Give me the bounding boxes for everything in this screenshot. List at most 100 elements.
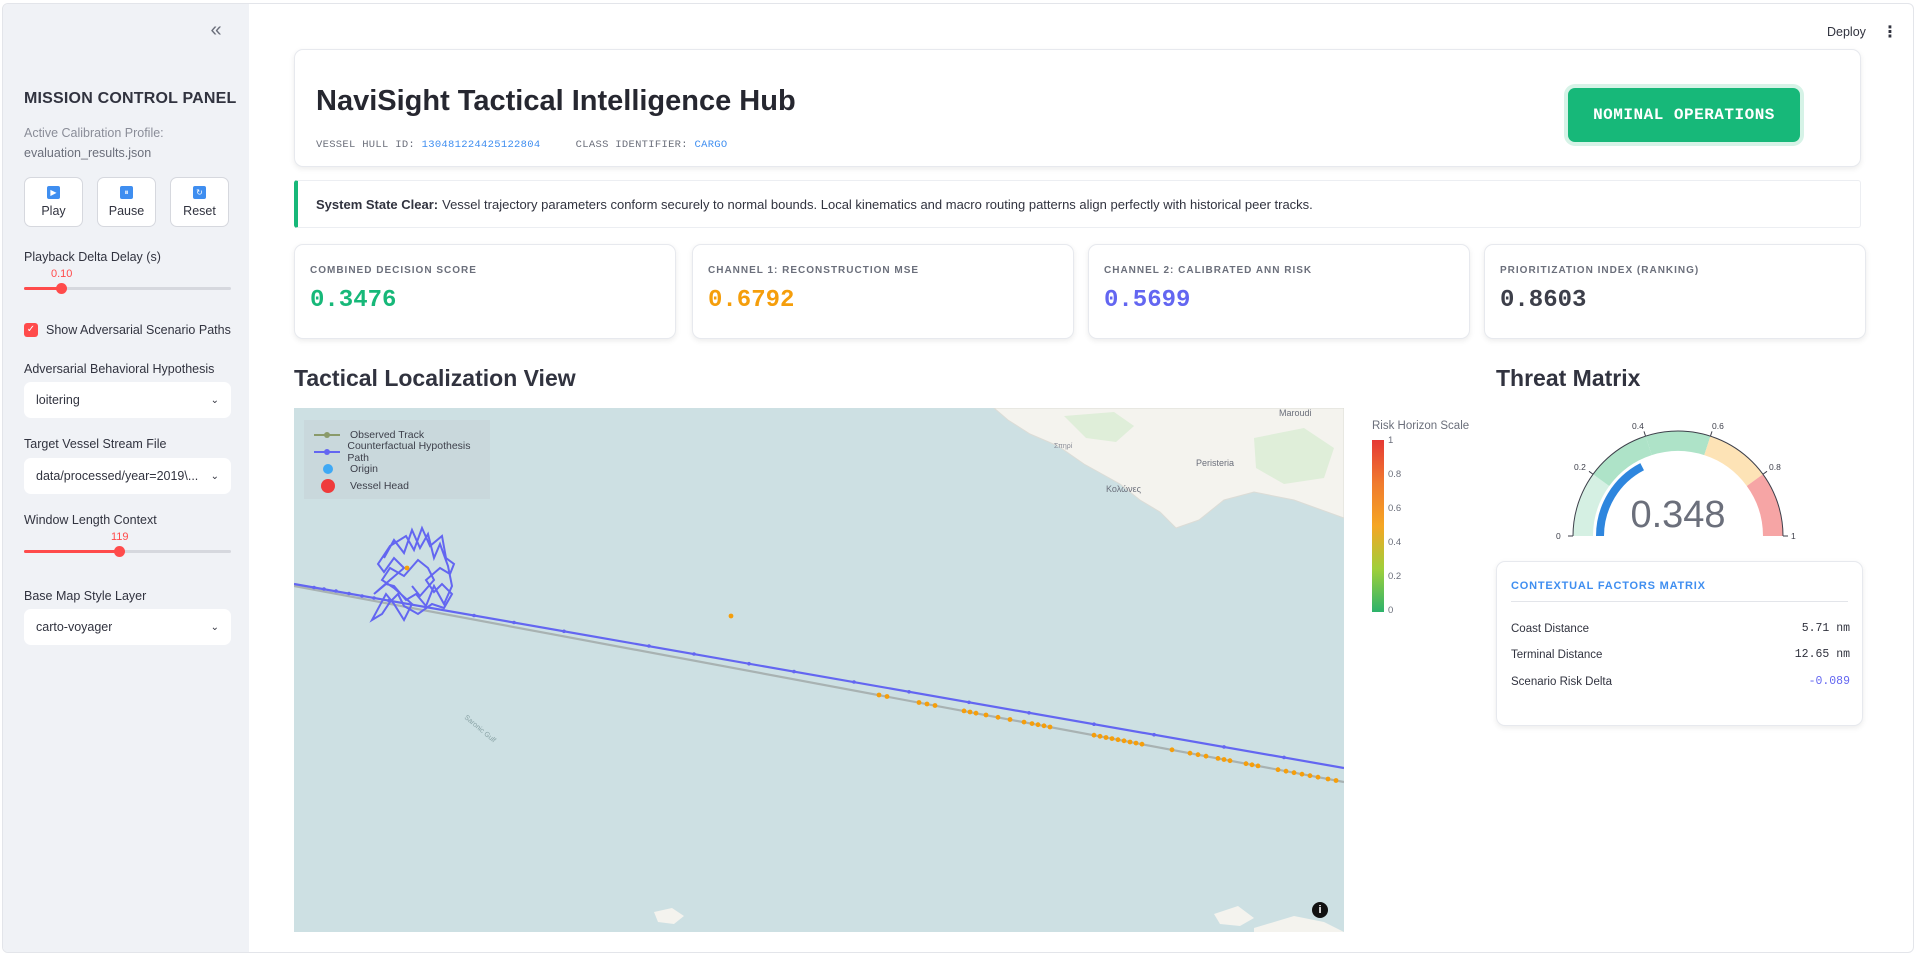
main-menu-icon[interactable]: ⋮ — [1882, 22, 1898, 42]
class-id-label: CLASS IDENTIFIER: — [575, 139, 688, 151]
legend-label: Origin — [350, 462, 379, 475]
colorbar-tick: 0.8 — [1388, 469, 1402, 480]
vessel-head-swatch — [314, 478, 340, 493]
metric-value: 0.5699 — [1104, 287, 1191, 314]
legend-item-vessel-head[interactable]: Vessel Head — [314, 477, 480, 494]
hull-id-label: VESSEL HULL ID: — [316, 139, 416, 151]
observed-track-swatch — [314, 429, 340, 441]
hypothesis-label: Adversarial Behavioral Hypothesis — [24, 362, 215, 376]
context-key: Terminal Distance — [1511, 648, 1603, 661]
context-row-terminal-distance: Terminal Distance 12.65 nm — [1511, 648, 1850, 661]
map-attribution-info-icon[interactable]: i — [1312, 902, 1328, 918]
map-style-value: carto-voyager — [36, 620, 113, 634]
chevron-down-icon: ⌄ — [210, 470, 219, 482]
observed-track-line — [294, 584, 1344, 784]
place-label-maroudi: Maroudi — [1279, 408, 1312, 418]
colorbar-tick: 0.2 — [1388, 571, 1402, 582]
place-label-saronic-gulf: Saronic Gulf — [463, 714, 497, 744]
colorbar-tick: 0 — [1388, 605, 1394, 616]
colorbar-tick: 1 — [1388, 435, 1394, 446]
play-label: Play — [41, 204, 66, 218]
profile-value: evaluation_results.json — [24, 146, 152, 160]
counterfactual-path-line — [294, 582, 1344, 770]
gauge-tick-label: 0 — [1556, 531, 1561, 541]
stream-file-select[interactable]: data/processed/year=2019\... ⌄ — [24, 458, 231, 494]
threat-section-title: Threat Matrix — [1496, 365, 1641, 391]
gauge-tick-label: 0.2 — [1574, 462, 1586, 472]
sidebar-title: MISSION CONTROL PANEL — [24, 90, 237, 107]
gauge-band-mid — [1645, 430, 1711, 456]
profile-label: Active Calibration Profile: — [24, 126, 164, 140]
gauge-tick-label: 1 — [1791, 531, 1796, 541]
playback-delay-label: Playback Delta Delay (s) — [24, 250, 161, 264]
context-value: -0.089 — [1808, 675, 1850, 688]
window-length-value: 119 — [111, 531, 129, 543]
window-length-label: Window Length Context — [24, 513, 157, 527]
chevron-down-icon: ⌄ — [210, 621, 219, 633]
reset-label: Reset — [183, 204, 216, 218]
map-style-label: Base Map Style Layer — [24, 589, 147, 603]
reset-icon: ↻ — [193, 186, 206, 199]
map-section-title: Tactical Localization View — [294, 365, 576, 391]
colorbar-tick: 0.6 — [1388, 503, 1402, 514]
pause-label: Pause — [108, 204, 145, 218]
sidebar: « MISSION CONTROL PANEL Active Calibrati… — [3, 4, 249, 952]
landmass-islet-south-c — [1254, 916, 1344, 932]
place-label-kolones: Κολώνες — [1106, 484, 1142, 494]
window-length-fill — [24, 550, 119, 553]
context-value: 5.71 nm — [1801, 622, 1850, 635]
play-icon: ▶ — [47, 186, 60, 199]
tactical-map[interactable]: Maroudi Peristeria Κολώνες Σπηρί Saronic… — [294, 408, 1344, 932]
app-frame: « MISSION CONTROL PANEL Active Calibrati… — [2, 3, 1914, 953]
state-banner-heading: System State Clear: — [316, 196, 439, 212]
metric-card-combined-score: COMBINED DECISION SCORE 0.3476 — [294, 244, 676, 339]
play-button[interactable]: ▶ Play — [24, 177, 83, 227]
place-label-peristeria: Peristeria — [1196, 458, 1234, 468]
window-length-thumb[interactable] — [114, 546, 125, 557]
gauge-band-critical — [1746, 474, 1783, 536]
pause-icon: ⏸ — [120, 186, 133, 199]
map-style-select[interactable]: carto-voyager ⌄ — [24, 609, 231, 645]
map-legend: Observed Track Counterfactual Hypothesis… — [304, 420, 490, 499]
metric-label: CHANNEL 2: CALIBRATED ANN RISK — [1104, 265, 1313, 276]
contextual-factors-card: CONTEXTUAL FACTORS MATRIX Coast Distance… — [1496, 561, 1863, 726]
contextual-factors-title: CONTEXTUAL FACTORS MATRIX — [1511, 580, 1706, 592]
hypothesis-select[interactable]: loitering ⌄ — [24, 382, 231, 418]
metric-label: COMBINED DECISION SCORE — [310, 265, 477, 276]
threat-gauge: 0 0.2 0.4 0.6 0.8 1 0.348 — [1548, 409, 1838, 549]
adversarial-paths-checkbox[interactable]: ✓ Show Adversarial Scenario Paths — [24, 323, 231, 337]
context-row-scenario-risk-delta: Scenario Risk Delta -0.089 — [1511, 675, 1850, 688]
origin-swatch — [314, 463, 340, 475]
vessel-identifiers: VESSEL HULL ID: 130481224425122804 CLASS… — [316, 139, 728, 151]
metric-value: 0.3476 — [310, 287, 397, 314]
metric-value: 0.6792 — [708, 287, 795, 314]
legend-item-counterfactual-path[interactable]: Counterfactual Hypothesis Path — [314, 440, 480, 464]
colorbar-tick: 0.4 — [1388, 537, 1402, 548]
checkmark-icon: ✓ — [24, 323, 38, 337]
pause-button[interactable]: ⏸ Pause — [97, 177, 156, 227]
playback-delay-thumb[interactable] — [56, 283, 67, 294]
metric-label: PRIORITIZATION INDEX (RANKING) — [1500, 265, 1700, 276]
window-length-slider[interactable] — [24, 546, 231, 557]
context-row-coast-distance: Coast Distance 5.71 nm — [1511, 622, 1850, 635]
state-banner-text: Vessel trajectory parameters conform sec… — [442, 196, 1313, 212]
class-id-value: CARGO — [694, 139, 728, 151]
metric-value: 0.8603 — [1500, 287, 1587, 314]
playback-delay-slider[interactable] — [24, 283, 231, 294]
deploy-button[interactable]: Deploy — [1827, 25, 1866, 39]
page-title: NaviSight Tactical Intelligence Hub — [316, 85, 796, 117]
hypothesis-value: loitering — [36, 393, 80, 407]
context-key: Coast Distance — [1511, 622, 1589, 635]
header-card: NaviSight Tactical Intelligence Hub VESS… — [294, 49, 1861, 167]
legend-label: Counterfactual Hypothesis Path — [347, 439, 471, 464]
counterfactual-path-swatch — [314, 446, 340, 458]
gauge-value: 0.348 — [1630, 494, 1725, 536]
reset-button[interactable]: ↻ Reset — [170, 177, 229, 227]
gauge-tick-label: 0.4 — [1632, 421, 1644, 431]
status-badge: NOMINAL OPERATIONS — [1568, 88, 1800, 142]
metric-card-ann-risk: CHANNEL 2: CALIBRATED ANN RISK 0.5699 — [1088, 244, 1470, 339]
gauge-tick-label: 0.8 — [1769, 462, 1781, 472]
collapse-sidebar-icon[interactable]: « — [203, 18, 229, 44]
playback-delay-value: 0.10 — [51, 268, 73, 280]
colorbar-title: Risk Horizon Scale — [1372, 420, 1470, 432]
